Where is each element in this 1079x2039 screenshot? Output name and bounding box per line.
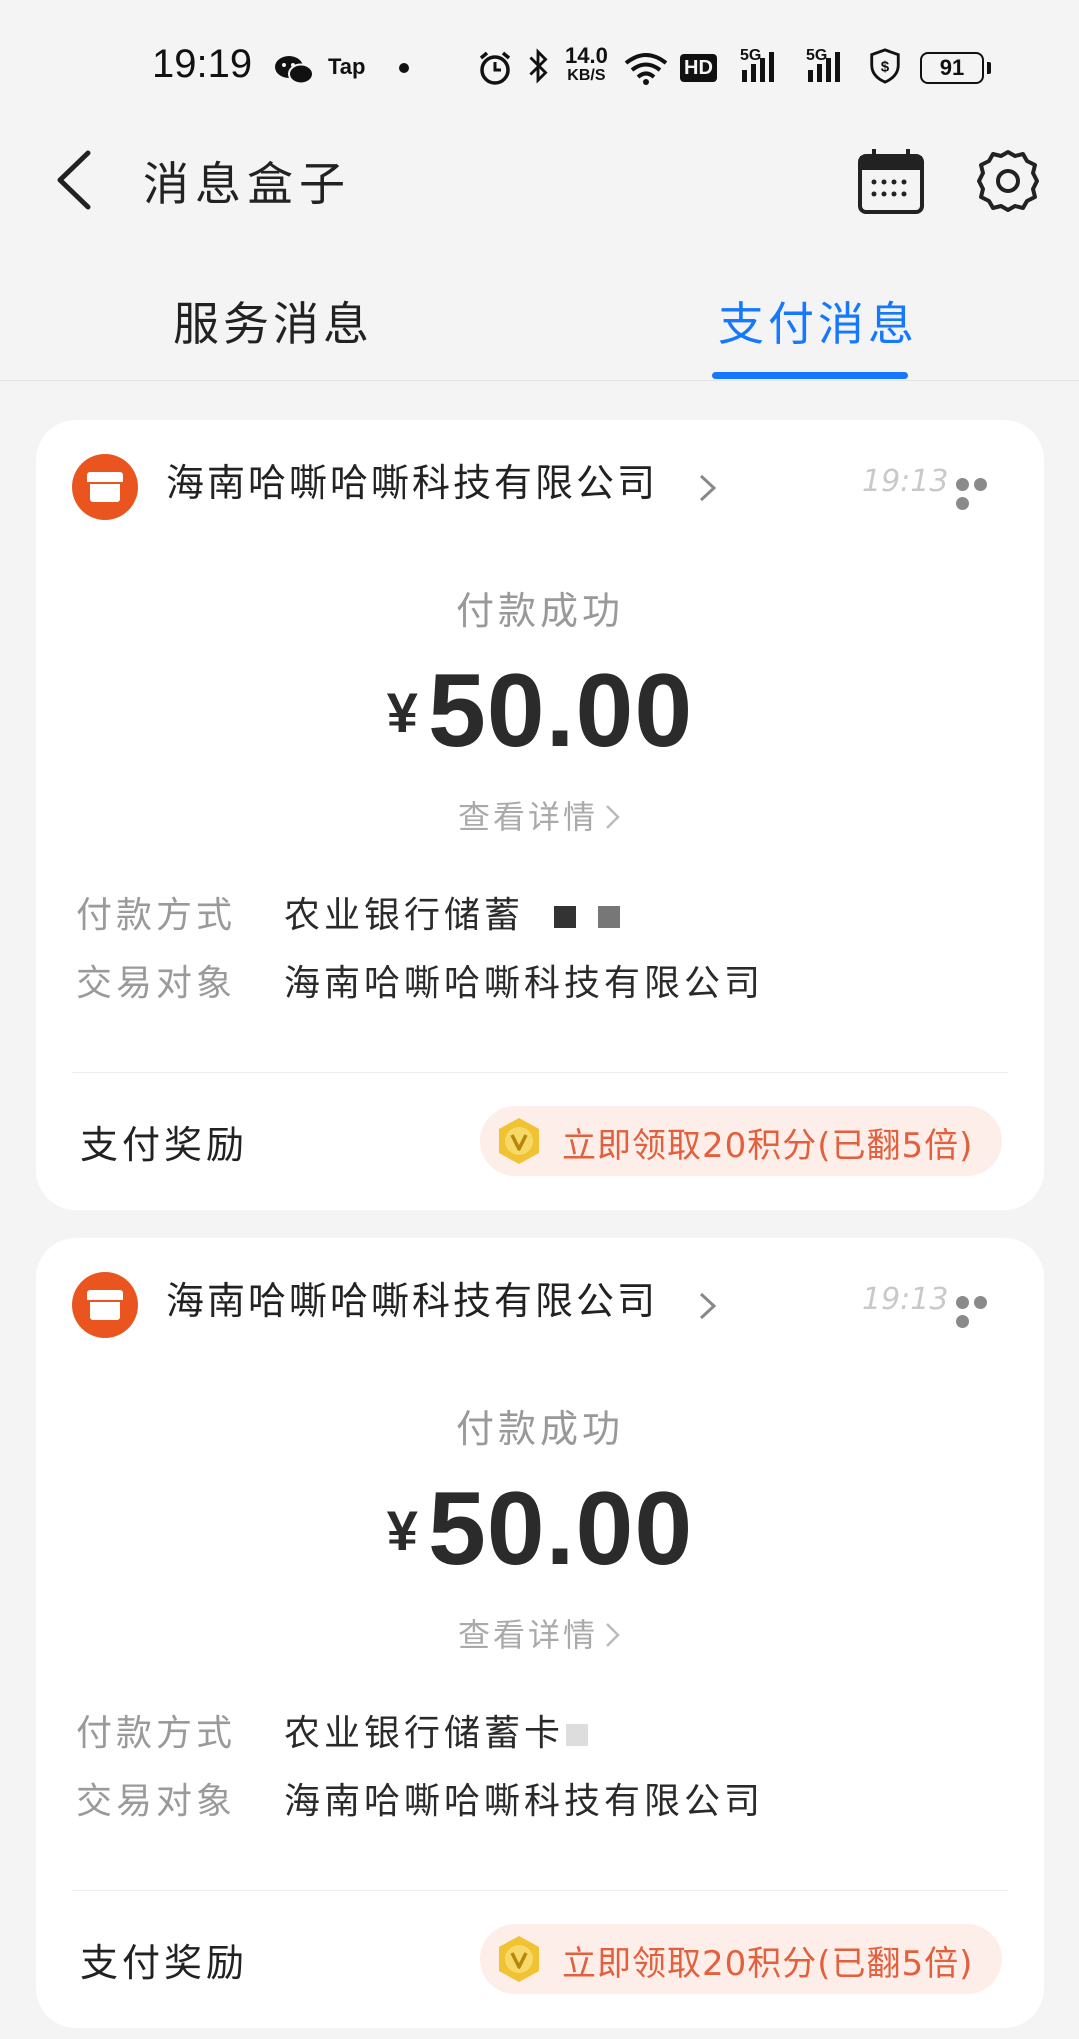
claim-reward-button[interactable]: 立即领取20积分(已翻5倍) [480,1924,1002,1994]
merchant-name[interactable]: 海南哈嘶哈嘶科技有限公司 [166,1270,658,1325]
chevron-right-icon [606,1623,620,1647]
settings-gear-icon[interactable] [975,148,1041,214]
active-tab-indicator [712,372,908,379]
counterparty-row: 交易对象 海南哈嘶哈嘶科技有限公司 [76,1772,764,1824]
tab-bar: 服务消息 支付消息 [0,260,1079,381]
masked-card-number [598,906,621,928]
tap-label: Tap [328,54,366,79]
payment-method-value: 农业银行储蓄 [284,895,525,936]
merchant-store-icon [72,1272,138,1338]
view-details-label: 查看详情 [457,798,598,836]
chevron-right-icon[interactable] [696,470,720,506]
currency-symbol: ¥ [386,1499,418,1562]
coin-icon [499,1936,539,1982]
masked-card-number [566,1724,589,1746]
view-details-label: 查看详情 [457,1616,598,1654]
counterparty-label: 交易对象 [76,963,237,1004]
reward-label: 支付奖励 [80,1123,249,1167]
amount-value: 50.00 [427,1471,694,1587]
svg-text:$: $ [881,59,890,76]
battery-tip [987,62,991,74]
page-title: 消息盒子 [143,157,351,211]
currency-symbol: ¥ [386,681,418,744]
tab-payment-messages[interactable]: 支付消息 [718,288,918,354]
payment-method-label: 付款方式 [76,895,237,936]
merchant-name[interactable]: 海南哈嘶哈嘶科技有限公司 [166,452,658,507]
view-details-link[interactable]: 查看详情 [36,1610,1044,1656]
payment-message-card: 海南哈嘶哈嘶科技有限公司 19:13 付款成功 ¥50.00 查看详情 付款方式… [36,420,1044,1210]
payment-amount: ¥50.00 [36,652,1044,771]
bluetooth-icon [529,48,548,84]
amount-value: 50.00 [427,653,694,769]
reward-label: 支付奖励 [80,1941,249,1985]
divider [72,1890,1008,1891]
chevron-right-icon[interactable] [696,1288,720,1324]
payment-method-label: 付款方式 [76,1713,237,1754]
more-options-icon[interactable] [956,476,1008,510]
payment-method-value: 农业银行储蓄卡 [284,1713,565,1754]
merchant-store-icon [72,454,138,520]
claim-reward-label: 立即领取20积分(已翻5倍) [562,1126,974,1166]
payment-method-row: 付款方式 农业银行储蓄卡 [76,1704,589,1756]
tab-service-messages[interactable]: 服务消息 [173,288,373,354]
battery-level: 91 [939,55,965,80]
divider [72,1072,1008,1073]
counterparty-value: 海南哈嘶哈嘶科技有限公司 [284,963,765,1004]
payment-status: 付款成功 [455,589,624,633]
wifi-icon [624,53,668,85]
counterparty-row: 交易对象 海南哈嘶哈嘶科技有限公司 [76,954,764,1006]
masked-card-number [554,906,577,928]
signal-bars-icon [808,52,840,82]
wechat-icon [275,56,314,85]
calendar-icon[interactable] [856,146,926,216]
net-speed-value: 14.0 [565,43,608,68]
message-time: 19:13 [862,464,949,499]
counterparty-value: 海南哈嘶哈嘶科技有限公司 [284,1781,765,1822]
counterparty-label: 交易对象 [76,1781,237,1822]
signal-bars-icon [742,52,774,82]
status-time: 19:19 [152,42,253,86]
net-speed-unit: KB/S [567,67,606,84]
payment-method-row: 付款方式 农业银行储蓄 [76,886,621,938]
payment-message-card: 海南哈嘶哈嘶科技有限公司 19:13 付款成功 ¥50.00 查看详情 付款方式… [36,1238,1044,2028]
claim-reward-label: 立即领取20积分(已翻5倍) [562,1944,974,1984]
claim-reward-button[interactable]: 立即领取20积分(已翻5倍) [480,1106,1002,1176]
payment-amount: ¥50.00 [36,1470,1044,1589]
battery-indicator: 91 [920,52,984,84]
hd-badge: HD [680,54,717,82]
payment-status: 付款成功 [455,1407,624,1451]
message-time: 19:13 [862,1282,949,1317]
more-options-icon[interactable] [956,1294,1008,1328]
coin-icon [499,1118,539,1164]
status-bar: 19:19 Tap 14.0 KB/S HD 5G 5G $ 91 [0,0,1079,130]
notification-dot-icon [399,63,409,73]
security-shield-icon: $ [870,48,900,84]
chevron-right-icon [606,805,620,829]
alarm-icon [479,51,511,85]
back-arrow-icon[interactable] [48,145,108,215]
view-details-link[interactable]: 查看详情 [36,792,1044,838]
